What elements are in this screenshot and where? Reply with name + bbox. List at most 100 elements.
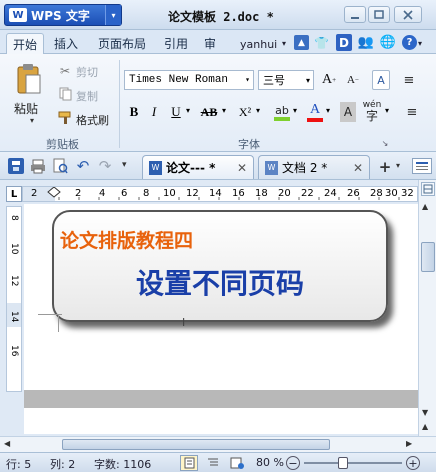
ruler-tick-label: 8 (143, 188, 150, 199)
vertical-scroll-thumb[interactable] (421, 242, 435, 272)
tab-references[interactable]: 引用 (158, 33, 194, 54)
pinyin-guide-icon[interactable]: wén 字 (360, 98, 384, 124)
minimize-button[interactable] (344, 6, 366, 23)
status-word-count[interactable]: 字数: 1106 (94, 456, 151, 472)
cut-icon[interactable]: ✂ (58, 64, 72, 78)
strikethrough-button[interactable]: AB (198, 102, 220, 122)
paste-button[interactable]: 粘贴 (14, 100, 38, 117)
help-icon[interactable]: ? (402, 35, 417, 50)
horizontal-ruler[interactable]: 2 2 4 6 8 10 12 14 16 18 20 22 24 26 28 … (22, 186, 418, 202)
ruler-tick-label: 4 (99, 188, 106, 199)
highlight-dropdown-icon[interactable]: ▾ (293, 106, 297, 115)
font-name-select[interactable]: Times New Roman ▾ (124, 70, 254, 90)
paste-dropdown-icon[interactable]: ▾ (30, 116, 34, 125)
tab-insert[interactable]: 插入 (48, 33, 84, 54)
save-icon[interactable] (8, 158, 24, 174)
page-view-icon[interactable] (180, 455, 198, 471)
clear-format-icon[interactable]: A (372, 70, 390, 90)
font-dialog-launcher-icon[interactable]: ↘ (380, 138, 390, 148)
ruler-tick-label: 16 (232, 188, 245, 199)
online-icon[interactable]: 🌐 (380, 34, 396, 51)
docer-icon[interactable]: D (336, 34, 352, 51)
document-page[interactable]: 论文排版教程四 设置不同页码 I (24, 204, 418, 390)
vertical-ruler[interactable]: 8 10 12 14 16 (6, 206, 22, 392)
font-size-dropdown-icon[interactable]: ▾ (306, 76, 310, 85)
format-painter-button[interactable]: 格式刷 (76, 112, 109, 128)
zoom-slider[interactable] (304, 462, 402, 464)
ruler-tick-label: 32 (401, 188, 414, 199)
status-bar: 行: 5 列: 2 字数: 1106 80 % − + (0, 452, 436, 472)
paste-icon[interactable] (14, 62, 44, 96)
maximize-button[interactable] (368, 6, 390, 23)
pinyin-dropdown-icon[interactable]: ▾ (385, 106, 389, 115)
user-name[interactable]: yanhui (240, 38, 277, 51)
redo-icon[interactable]: ↷ (96, 157, 114, 175)
group-divider (119, 60, 120, 148)
horizontal-scroll-thumb[interactable] (62, 439, 330, 450)
outline-view-icon[interactable] (204, 455, 222, 471)
doc-tab-close-icon[interactable]: ✕ (353, 161, 363, 175)
print-preview-icon[interactable] (52, 158, 68, 174)
wps-logo-icon: W (9, 8, 27, 22)
ruler-tick-label: 30 (385, 188, 398, 199)
tab-list-icon[interactable] (412, 158, 432, 174)
app-menu-arrow-icon[interactable]: ▾ (105, 5, 121, 25)
tab-page-layout[interactable]: 页面布局 (92, 33, 152, 54)
app-menu-button[interactable]: W WPS 文字 ▾ (4, 4, 122, 26)
shrink-font-icon[interactable]: A − (344, 70, 362, 90)
web-view-icon[interactable] (228, 455, 246, 471)
bold-button[interactable]: B (126, 102, 142, 122)
prev-page-icon[interactable]: ▲ (422, 422, 428, 431)
superscript-button[interactable]: X² (234, 102, 256, 122)
list-icon[interactable]: ≡ (400, 70, 418, 90)
next-page[interactable] (24, 408, 418, 434)
skin-shirt-icon[interactable]: 👕 (314, 35, 329, 50)
tab-stop-selector-icon[interactable]: L (6, 186, 22, 202)
help-dropdown-icon[interactable]: ▾ (418, 39, 422, 48)
zoom-in-icon[interactable]: + (406, 456, 420, 470)
copy-button[interactable]: 复制 (76, 88, 98, 104)
char-shading-icon[interactable]: A (340, 102, 356, 122)
scroll-right-icon[interactable]: ▶ (406, 439, 412, 448)
customize-qat-icon[interactable]: ▾ (122, 160, 127, 170)
strike-dropdown-icon[interactable]: ▾ (222, 106, 226, 115)
community-icon[interactable]: 👥 (358, 34, 374, 51)
zoom-level[interactable]: 80 % (256, 456, 284, 469)
user-dropdown-icon[interactable]: ▾ (282, 39, 286, 48)
scroll-down-icon[interactable]: ▼ (422, 408, 428, 417)
vertical-scrollbar[interactable]: ▲ ▼ ▲ (418, 180, 436, 436)
grow-font-icon[interactable]: A + (320, 70, 338, 90)
undo-icon[interactable]: ↶ (74, 157, 92, 175)
underline-button[interactable]: U (168, 102, 184, 122)
font-size-select[interactable]: 三号 ▾ (258, 70, 314, 90)
copy-icon[interactable] (58, 87, 72, 101)
tab-review[interactable]: 审 (198, 33, 222, 54)
superscript-dropdown-icon[interactable]: ▾ (256, 106, 260, 115)
underline-dropdown-icon[interactable]: ▾ (186, 106, 190, 115)
split-view-icon[interactable] (421, 182, 435, 196)
scroll-up-icon[interactable]: ▲ (422, 202, 428, 211)
new-tab-icon[interactable]: + (376, 158, 394, 176)
horizontal-scrollbar[interactable]: ◀ ▶ (0, 436, 436, 452)
doc-tab-2[interactable]: W 文档 2 * ✕ (258, 155, 370, 179)
doc-tab-active[interactable]: W 论文--- * ✕ (142, 155, 254, 179)
align-left-icon[interactable]: ≡ (404, 102, 420, 122)
italic-button[interactable]: I (146, 102, 162, 122)
zoom-out-icon[interactable]: − (286, 456, 300, 470)
cut-button[interactable]: 剪切 (76, 64, 98, 80)
font-name-dropdown-icon[interactable]: ▾ (245, 75, 250, 85)
close-button[interactable] (394, 6, 422, 23)
font-color-icon[interactable]: A (306, 100, 324, 124)
highlight-icon[interactable]: ab (272, 100, 292, 124)
format-painter-icon[interactable] (58, 111, 72, 125)
font-color-dropdown-icon[interactable]: ▾ (326, 106, 330, 115)
status-line: 行: 5 (6, 458, 32, 471)
tab-home[interactable]: 开始 (6, 33, 45, 54)
scroll-left-icon[interactable]: ◀ (4, 439, 10, 448)
zoom-slider-thumb[interactable] (338, 457, 348, 469)
new-tab-dropdown-icon[interactable]: ▾ (396, 161, 400, 170)
expand-icon[interactable]: ▲ (294, 35, 309, 50)
doc-tab-close-icon[interactable]: ✕ (237, 161, 247, 175)
maximize-icon (374, 9, 384, 19)
print-icon[interactable] (30, 158, 46, 174)
